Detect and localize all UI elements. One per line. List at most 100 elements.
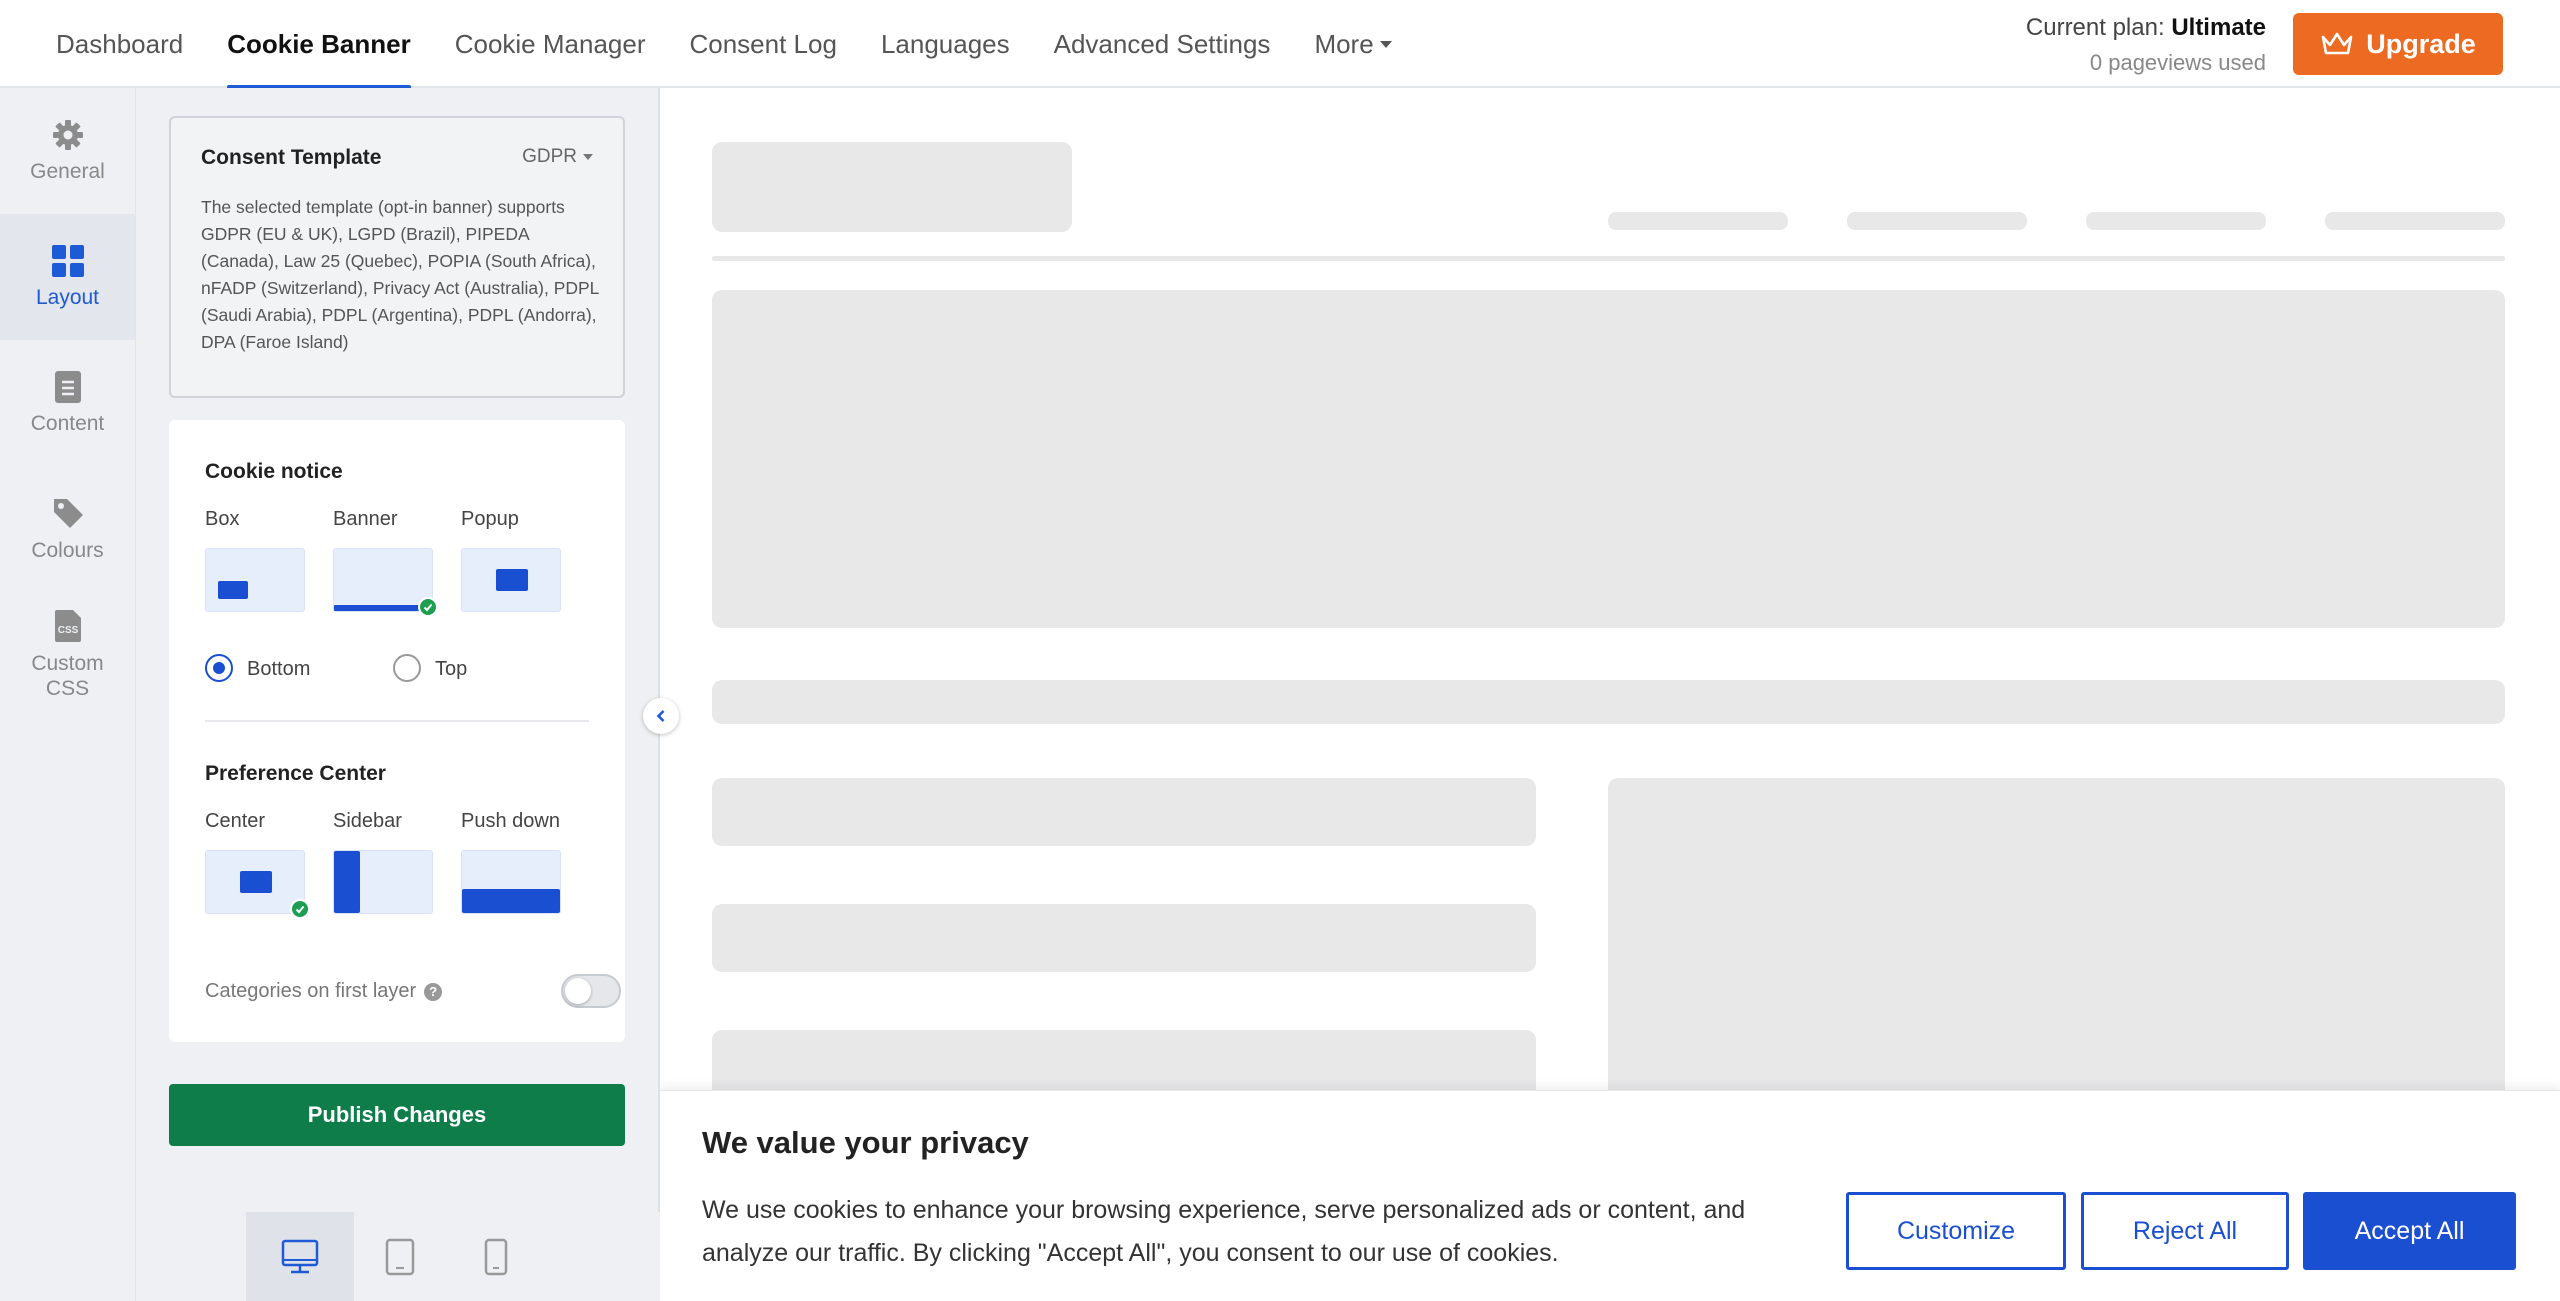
grid-icon (51, 245, 84, 277)
layout-options-card: Cookie notice Box Banner Popup Bottom To… (169, 420, 625, 1042)
rail-item-content[interactable]: Content (0, 340, 135, 466)
pref-sidebar-option[interactable] (333, 850, 433, 914)
tab-label: Cookie Manager (454, 28, 646, 59)
css-file-icon: CSS (54, 610, 81, 642)
categories-first-layer-label: Categories on first layer? (205, 980, 443, 1003)
mobile-view-button[interactable] (442, 1212, 550, 1301)
chevron-left-icon (656, 710, 665, 722)
pref-push-down-option[interactable] (461, 850, 561, 914)
gear-icon (52, 120, 83, 150)
section-divider (205, 720, 589, 722)
upgrade-label: Upgrade (2366, 28, 2476, 59)
current-plan: Current plan: Ultimate (2026, 14, 2266, 42)
rail-item-custom-css[interactable]: CSS Custom CSS (0, 592, 135, 718)
crown-icon (2321, 32, 2353, 55)
tab-label: More (1314, 28, 1374, 59)
paint-tag-icon (53, 499, 83, 528)
position-bottom-label: Bottom (247, 658, 311, 680)
placeholder-nav-link (2325, 212, 2505, 230)
desktop-view-button[interactable] (246, 1212, 354, 1301)
option-label-box: Box (205, 508, 240, 530)
customize-label: Customize (1896, 1216, 2016, 1245)
rail-label: Colours (31, 539, 104, 562)
rail-item-colours[interactable]: Colours (0, 466, 135, 592)
option-label-center: Center (205, 810, 266, 832)
pref-center-option[interactable] (205, 850, 310, 919)
device-switcher (136, 1212, 660, 1301)
option-label-push-down: Push down (461, 810, 560, 832)
reject-all-button[interactable]: Reject All (2081, 1192, 2289, 1270)
placeholder-block (712, 1030, 1536, 1098)
tab-more[interactable]: More (1292, 0, 1413, 88)
pageviews-used: 0 pageviews used (2089, 50, 2266, 75)
placeholder-nav-link (1847, 212, 2027, 230)
placeholder-nav-link (2086, 212, 2266, 230)
reject-label: Reject All (2132, 1216, 2238, 1245)
plan-info: Current plan: Ultimate 0 pageviews used (2026, 14, 2266, 76)
placeholder-block (712, 904, 1536, 972)
popup-preview-shape (496, 569, 528, 591)
customize-button[interactable]: Customize (1846, 1192, 2066, 1270)
layout-banner-option[interactable] (333, 548, 438, 617)
rail-label: Custom CSS (31, 652, 104, 700)
placeholder-divider (712, 256, 2505, 261)
placeholder-side-block (1608, 778, 2505, 1118)
position-bottom-radio[interactable] (205, 654, 233, 682)
upgrade-button[interactable]: Upgrade (2293, 13, 2503, 75)
layout-box-option[interactable] (205, 548, 305, 612)
tab-advanced-settings[interactable]: Advanced Settings (1032, 0, 1293, 88)
categories-first-layer-toggle[interactable] (561, 974, 621, 1008)
tab-label: Dashboard (56, 28, 184, 59)
rail-item-general[interactable]: General (0, 88, 135, 214)
rail-label: General (30, 160, 105, 183)
push-down-preview-shape (462, 889, 560, 913)
tab-label: Consent Log (689, 28, 837, 59)
publish-label: Publish Changes (307, 1102, 487, 1127)
tab-languages[interactable]: Languages (859, 0, 1032, 88)
consent-template-card: Consent Template GDPR The selected templ… (169, 116, 625, 398)
chevron-down-icon (1379, 40, 1392, 48)
option-label-sidebar: Sidebar (333, 810, 402, 832)
center-preview-shape (240, 871, 272, 893)
option-label-popup: Popup (461, 508, 519, 530)
help-icon[interactable]: ? (424, 982, 443, 1001)
position-top-label: Top (435, 658, 468, 680)
publish-changes-button[interactable]: Publish Changes (169, 1084, 625, 1146)
tab-cookie-banner[interactable]: Cookie Banner (205, 0, 433, 90)
box-preview-shape (218, 581, 248, 599)
tablet-view-button[interactable] (346, 1212, 454, 1301)
desktop-icon (281, 1239, 319, 1273)
layout-popup-option[interactable] (461, 548, 561, 612)
main-tabs: Dashboard Cookie Banner Cookie Manager C… (34, 0, 1414, 90)
rail-label: Content (30, 412, 105, 435)
selected-check-icon (290, 899, 310, 919)
tab-label: Languages (880, 28, 1010, 59)
template-select-value: GDPR (522, 146, 577, 167)
rail-item-layout[interactable]: Layout (0, 214, 135, 340)
document-icon (54, 371, 81, 403)
settings-panel: Consent Template GDPR The selected templ… (136, 88, 660, 1301)
accept-all-button[interactable]: Accept All (2303, 1192, 2516, 1270)
tab-dashboard[interactable]: Dashboard (34, 0, 205, 88)
placeholder-bar (712, 680, 2505, 724)
plan-name: Ultimate (2171, 14, 2266, 41)
template-select[interactable]: GDPR (522, 146, 593, 168)
placeholder-nav-link (1608, 212, 1788, 230)
tab-consent-log[interactable]: Consent Log (667, 0, 858, 88)
tablet-icon (385, 1238, 415, 1275)
position-top-radio[interactable] (393, 654, 421, 682)
tab-cookie-manager[interactable]: Cookie Manager (433, 0, 668, 88)
preference-center-title: Preference Center (205, 762, 386, 785)
consent-template-title: Consent Template (201, 146, 382, 169)
placeholder-hero (712, 290, 2505, 628)
accept-label: Accept All (2354, 1216, 2465, 1245)
tab-label: Cookie Banner (227, 28, 411, 59)
banner-title: We value your privacy (702, 1125, 1029, 1160)
rail-label: Layout (35, 286, 100, 309)
cookie-notice-title: Cookie notice (205, 460, 343, 483)
option-label-banner: Banner (333, 508, 398, 530)
mobile-icon (484, 1238, 508, 1275)
collapse-panel-button[interactable] (643, 698, 679, 734)
banner-message: We use cookies to enhance your browsing … (702, 1196, 1746, 1267)
top-navigation: Dashboard Cookie Banner Cookie Manager C… (0, 0, 2560, 90)
